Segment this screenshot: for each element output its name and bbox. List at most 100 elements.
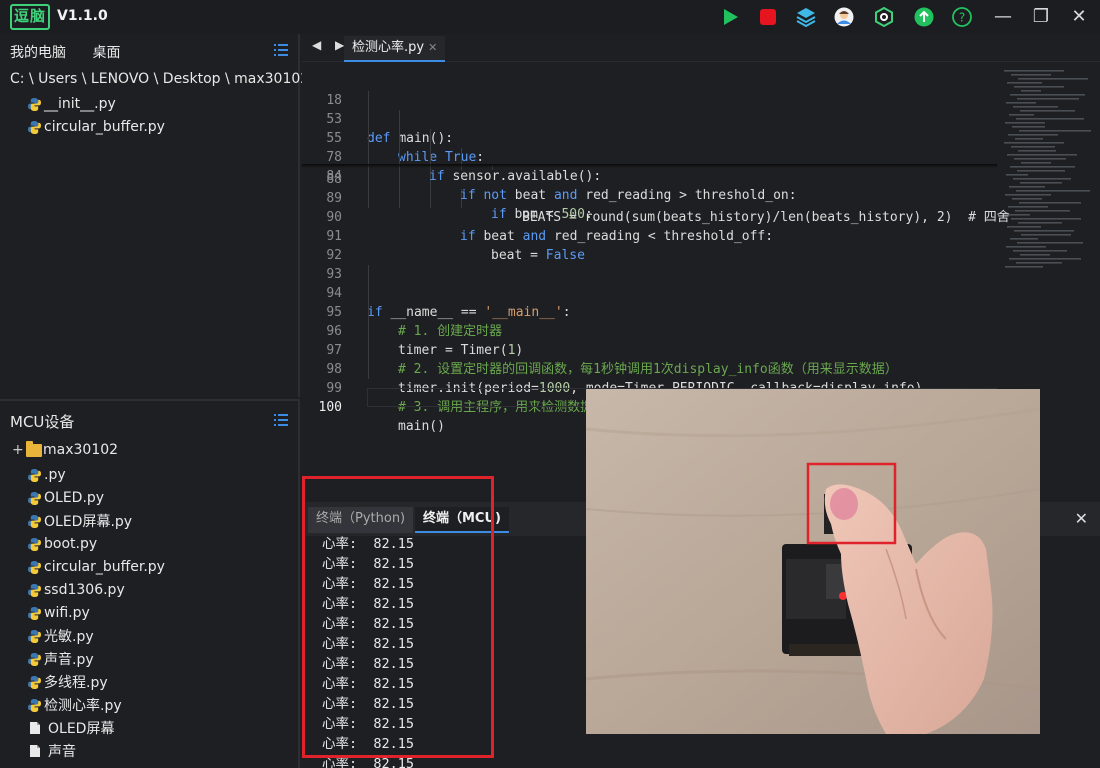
mcu-file-item[interactable]: 声音	[28, 741, 76, 761]
python-file-icon	[28, 537, 41, 551]
document-icon	[30, 745, 40, 757]
tab-active-file[interactable]: 检测心率.py ✕	[344, 36, 446, 62]
code-line[interactable]: 92	[302, 227, 1002, 263]
mcu-file-item[interactable]: boot.py	[28, 534, 97, 554]
tab-desktop[interactable]: 桌面	[92, 45, 120, 61]
camera-preview	[586, 389, 1040, 734]
help-icon[interactable]: ?	[952, 7, 972, 27]
breadcrumb-path[interactable]: C: \ Users \ LENOVO \ Desktop \ max30102	[10, 71, 309, 87]
python-file-icon	[28, 652, 41, 666]
file-name: boot.py	[44, 536, 98, 552]
code-line[interactable]: 93 if __name__ == '__main__':	[302, 246, 1002, 320]
code-text: if sensor.available():	[429, 167, 601, 186]
mcu-panel-title: MCU设备	[10, 413, 75, 431]
python-file-icon	[28, 97, 41, 111]
python-file-icon	[28, 698, 41, 712]
close-tab-icon[interactable]: ✕	[428, 41, 437, 54]
svg-text:?: ?	[959, 11, 965, 25]
file-name: 检测心率.py	[44, 698, 122, 714]
editor-tab-bar: ◀ ▶ 检测心率.py ✕	[302, 34, 1100, 62]
indent-guide	[368, 189, 369, 208]
stop-icon[interactable]	[758, 7, 778, 27]
code-line[interactable]: 95 timer = Timer(1)	[302, 284, 1002, 358]
indent-guide	[368, 303, 369, 322]
file-name: 多线程.py	[44, 675, 108, 691]
code-token: red_reading > threshold_on:	[585, 188, 797, 203]
code-line[interactable]: 78 if not beat and red_reading > thresho…	[302, 129, 1002, 203]
indent-guide	[368, 91, 369, 110]
code-token: if	[491, 207, 515, 222]
python-file-icon	[28, 491, 41, 505]
minimap[interactable]	[1000, 70, 1094, 270]
run-icon[interactable]	[720, 7, 740, 27]
file-name: circular_buffer.py	[44, 559, 165, 575]
restore-button[interactable]: ❐	[1030, 6, 1052, 28]
code-line[interactable]: 55 if sensor.available():	[302, 110, 1002, 184]
mcu-device-panel: MCU设备 + max30102 .py OLED.py OLED屏幕.py boot…	[0, 399, 300, 768]
list-icon[interactable]	[274, 414, 288, 426]
file-name: __init__.py	[44, 96, 116, 112]
code-line[interactable]: 94 # 1. 创建定时器	[302, 265, 1002, 339]
code-token: bpm <	[514, 207, 562, 222]
file-item[interactable]: circular_buffer.py	[28, 117, 165, 137]
file-name: 声音	[48, 744, 76, 760]
code-text: if bpm < 500:	[491, 205, 593, 224]
settings-icon[interactable]	[874, 7, 894, 27]
mcu-file-item[interactable]: OLED.py	[28, 488, 104, 508]
list-icon[interactable]	[274, 44, 288, 56]
sticky-shadow	[302, 164, 997, 168]
upload-icon[interactable]	[914, 7, 934, 27]
code-token: beat	[514, 188, 554, 203]
close-window-button[interactable]: ✕	[1068, 6, 1090, 28]
mcu-file-item[interactable]: .py	[28, 465, 66, 485]
code-line[interactable]: 96 # 2. 设置定时器的回调函数，每1秒钟调用1次display_info函…	[302, 303, 1002, 377]
line-number: 100	[318, 400, 342, 415]
code-token: main()	[398, 419, 445, 434]
folder-icon	[26, 440, 42, 457]
file-name: .py	[44, 467, 66, 483]
python-file-icon	[28, 120, 41, 134]
app-logo: 逗脑	[10, 4, 50, 30]
indent-guide	[430, 189, 431, 208]
file-name: ssd1306.py	[44, 582, 125, 598]
tab-my-computer[interactable]: 我的电脑	[10, 45, 66, 61]
mcu-file-item[interactable]: 光敏.py	[28, 626, 94, 646]
code-line[interactable]: 18 def main():	[302, 72, 1002, 146]
code-line[interactable]: 98 # 3. 调用主程序，用来检测数据	[302, 341, 1002, 415]
close-terminal-icon[interactable]: ✕	[1075, 509, 1088, 528]
python-file-icon	[28, 560, 41, 574]
line-number: 84	[326, 169, 342, 184]
mcu-file-item[interactable]: 多线程.py	[28, 672, 108, 692]
indent-guide	[368, 110, 369, 129]
file-item[interactable]: __init__.py	[28, 94, 116, 114]
file-name: 光敏.py	[44, 629, 94, 645]
indent-guide	[399, 110, 400, 129]
file-name: OLED屏幕.py	[44, 514, 133, 530]
mcu-file-item[interactable]: OLED屏幕	[28, 718, 114, 738]
code-token: :	[584, 207, 593, 222]
file-browser-tabs: 我的电脑 桌面	[10, 42, 142, 62]
file-name: circular_buffer.py	[44, 119, 165, 135]
indent-guide	[399, 189, 400, 208]
layers-icon[interactable]	[796, 7, 816, 27]
mcu-file-item[interactable]: OLED屏幕.py	[28, 511, 132, 531]
mcu-file-item[interactable]: ssd1306.py	[28, 580, 125, 600]
code-line[interactable]: 97 timer.init(period=1000, mode=Timer.PE…	[302, 322, 1002, 396]
folder-item[interactable]: + max30102	[12, 440, 118, 458]
mcu-file-item[interactable]: 检测心率.py	[28, 695, 122, 715]
code-line[interactable]: 53 while True:	[302, 91, 1002, 165]
file-name: wifi.py	[44, 605, 90, 621]
avatar-icon[interactable]	[834, 7, 854, 27]
code-line[interactable]: 99 main()	[302, 360, 1002, 434]
highlight-annotation-box	[302, 476, 494, 758]
code-token: sensor.available():	[452, 169, 602, 184]
python-file-icon	[28, 606, 41, 620]
code-line[interactable]: 91	[302, 208, 1002, 244]
expand-icon[interactable]: +	[12, 442, 26, 458]
mcu-file-item[interactable]: circular_buffer.py	[28, 557, 165, 577]
mcu-file-item[interactable]: 声音.py	[28, 649, 94, 669]
file-name: 声音.py	[44, 652, 94, 668]
code-token: and	[553, 188, 586, 203]
minimize-button[interactable]: —	[992, 6, 1014, 28]
mcu-file-item[interactable]: wifi.py	[28, 603, 90, 623]
